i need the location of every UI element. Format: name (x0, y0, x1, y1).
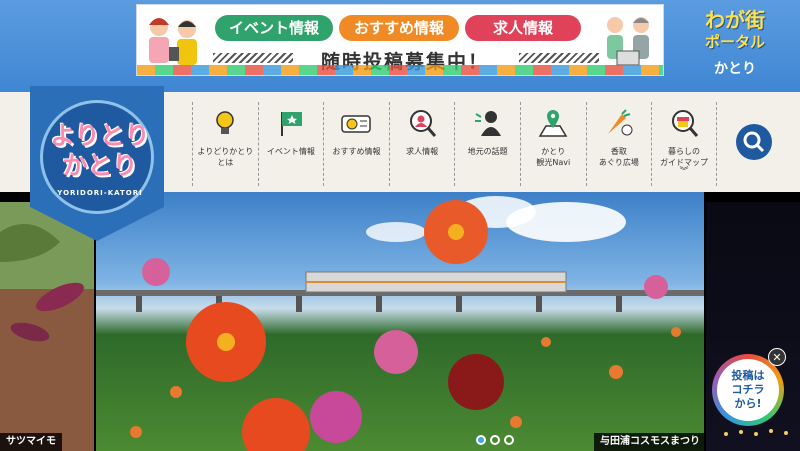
nav-item-jobs[interactable]: 求人情報 (388, 102, 455, 186)
people-illustration-icon (149, 18, 197, 65)
sweet-potato-image (0, 224, 84, 342)
ad-color-stripe (137, 65, 663, 75)
decorative-stripe (519, 53, 599, 63)
main-nav: よりどりかとり とは イベント情報 おすすめ情報 求人情報 地元の話題 かとり … (192, 102, 717, 186)
nav-label: あぐり広場 (598, 158, 639, 167)
portal-line2: ポータル (704, 33, 765, 51)
slide-caption-right: 与田浦コスモスまつり (594, 433, 706, 451)
recommended-info-pill: おすすめ情報 (339, 15, 459, 41)
nav-item-tourism[interactable]: かとり 観光Navi (519, 102, 586, 186)
slider-dot[interactable] (476, 435, 486, 445)
hero-slider: サツマイモ 与田浦コスモスまつり (0, 192, 800, 451)
nav-label: とは (217, 158, 234, 167)
close-icon[interactable]: ✕ (768, 348, 786, 366)
lightbulb-icon (216, 111, 235, 134)
speaker-icon (474, 111, 501, 136)
nav-label: 香取 (610, 147, 627, 156)
main-slide-photo[interactable] (96, 192, 704, 451)
nav-label: かとり (541, 147, 566, 156)
portal-line3: かとり (714, 61, 756, 77)
nav-label: よりどりかとり (197, 147, 254, 156)
slider-dot[interactable] (504, 435, 514, 445)
nav-item-local-topics[interactable]: 地元の話題 (454, 102, 520, 186)
nav-label: イベント情報 (266, 147, 315, 156)
logo-line2: かとり (62, 151, 138, 180)
shop-map-icon (671, 110, 699, 137)
nav-item-recommended[interactable]: おすすめ情報 (323, 102, 389, 186)
nav-label: おすすめ情報 (332, 147, 381, 156)
slide-caption-left: サツマイモ (0, 433, 62, 451)
post-badge-line2: コチラ (731, 383, 765, 396)
chevron-down-icon: ︾ (679, 167, 689, 177)
decorative-stripe (213, 53, 293, 63)
post-badge-line3: から! (734, 397, 762, 410)
post-badge-line1: 投稿は (731, 369, 765, 382)
ticket-icon (341, 115, 372, 133)
nav-item-events[interactable]: イベント情報 (257, 102, 324, 186)
portal-logo[interactable]: わが街 ポータル かとり (680, 4, 790, 84)
nav-label: 暮らしの (667, 147, 700, 156)
logo-emblem: よりとり かとり YORIDORI-KATORI (40, 100, 154, 214)
slider-dots (476, 435, 514, 445)
cosmos-field-image (96, 196, 704, 451)
top-banner-bar: イベント情報 おすすめ情報 求人情報 随時投稿募集中！ わが街 ポータル かとり (0, 0, 800, 92)
nav-item-agri[interactable]: 香取 あぐり広場 (585, 102, 652, 186)
nav-label: 観光Navi (536, 158, 571, 167)
prev-slide-preview[interactable]: サツマイモ (0, 202, 94, 451)
flag-icon (280, 112, 302, 136)
logo-line1: よりとり (50, 121, 150, 150)
logo-title: よりとり かとり (43, 121, 157, 181)
nav-item-about[interactable]: よりどりかとり とは (192, 102, 258, 186)
portal-line1: わが街 (705, 8, 765, 32)
slider-dot[interactable] (490, 435, 500, 445)
nav-item-guide-map[interactable]: 暮らしの ガイドマップ ︾ (651, 102, 717, 186)
post-badge-text: 投稿は コチラ から! (717, 359, 779, 421)
vegetable-icon (607, 109, 633, 136)
nav-label: 地元の話題 (467, 147, 508, 156)
map-pin-icon (538, 110, 568, 137)
search-icon (743, 131, 765, 153)
recruitment-ad-banner[interactable]: イベント情報 おすすめ情報 求人情報 随時投稿募集中！ (136, 4, 664, 76)
event-info-pill: イベント情報 (215, 15, 333, 41)
job-info-pill: 求人情報 (465, 15, 581, 41)
logo-subtitle: YORIDORI-KATORI (57, 189, 143, 197)
laptop-people-icon (607, 17, 649, 66)
nav-label: 求人情報 (406, 147, 439, 156)
job-search-icon (410, 110, 437, 137)
search-button[interactable] (736, 124, 772, 160)
